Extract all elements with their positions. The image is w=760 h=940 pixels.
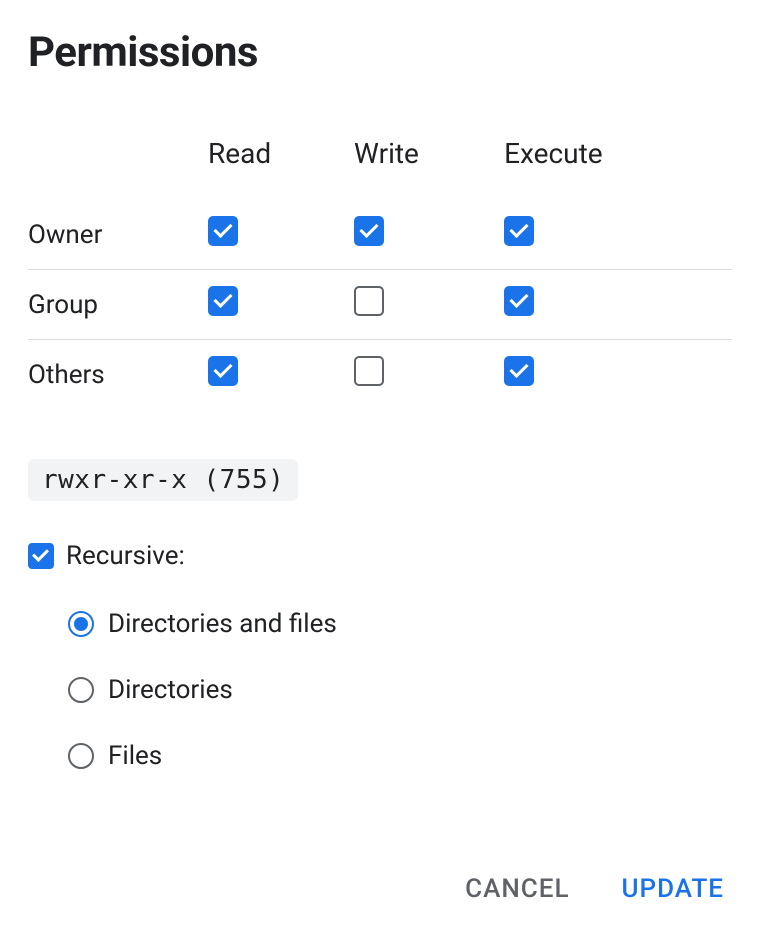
row-label-owner: Owner <box>28 200 208 270</box>
checkbox-others-execute[interactable] <box>504 356 534 386</box>
radio-label-directories: Directories <box>108 675 233 705</box>
cancel-button[interactable]: CANCEL <box>459 866 575 912</box>
radio-label-files: Files <box>108 741 162 771</box>
column-header-read: Read <box>208 137 354 200</box>
checkbox-others-write[interactable] <box>354 356 384 386</box>
checkbox-group-read[interactable] <box>208 286 238 316</box>
checkbox-owner-read[interactable] <box>208 216 238 246</box>
button-bar: CANCEL UPDATE <box>459 866 730 912</box>
checkbox-group-execute[interactable] <box>504 286 534 316</box>
table-row-group: Group <box>28 270 732 340</box>
page-title: Permissions <box>28 28 732 77</box>
checkbox-recursive[interactable] <box>28 543 54 569</box>
recursive-options: Directories and files Directories Files <box>68 591 732 789</box>
radio-files[interactable] <box>68 743 94 769</box>
permissions-table: Read Write Execute Owner Group Others <box>28 137 732 409</box>
table-row-owner: Owner <box>28 200 732 270</box>
radio-dirs-and-files[interactable] <box>68 611 94 637</box>
recursive-label: Recursive: <box>66 541 185 571</box>
radio-label-dirs-and-files: Directories and files <box>108 609 337 639</box>
table-row-others: Others <box>28 340 732 410</box>
checkbox-owner-write[interactable] <box>354 216 384 246</box>
checkbox-others-read[interactable] <box>208 356 238 386</box>
mode-string: rwxr-xr-x (755) <box>28 459 298 501</box>
update-button[interactable]: UPDATE <box>616 866 731 912</box>
column-header-execute: Execute <box>504 137 732 200</box>
row-label-others: Others <box>28 340 208 410</box>
radio-directories[interactable] <box>68 677 94 703</box>
checkbox-group-write[interactable] <box>354 286 384 316</box>
row-label-group: Group <box>28 270 208 340</box>
checkbox-owner-execute[interactable] <box>504 216 534 246</box>
column-header-write: Write <box>354 137 504 200</box>
